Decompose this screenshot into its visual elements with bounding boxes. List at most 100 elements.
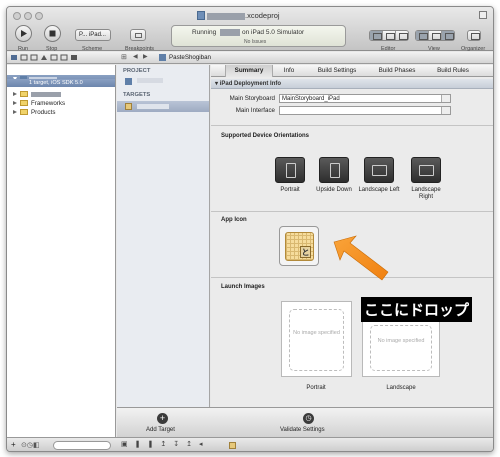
breakpoints-button[interactable]: [130, 29, 146, 41]
launch-image-placeholder: No image specified: [289, 309, 344, 371]
orientation-label: Landscape Right: [411, 187, 441, 200]
nav-item-folder[interactable]: [7, 90, 115, 99]
launch-image-portrait-label: Portrait: [306, 385, 326, 391]
folder-icon: [20, 91, 28, 98]
assistant-editor-icon[interactable]: [383, 31, 396, 40]
navigator-search-field[interactable]: [53, 441, 111, 450]
project-navigator: 1 target, iOS SDK 5.0 Frameworks Product…: [7, 65, 116, 437]
run-button[interactable]: [15, 25, 32, 42]
debug-area-toggle-icon[interactable]: [429, 31, 442, 40]
view-segmented-control[interactable]: [415, 30, 455, 41]
nav-item-products[interactable]: Products: [7, 108, 115, 117]
activity-viewer: Running on iPad 5.0 Simulator No Issues: [171, 25, 346, 47]
tab-build-settings[interactable]: Build Settings: [315, 65, 359, 77]
main-interface-combo[interactable]: [279, 106, 451, 115]
main-storyboard-value: MainStoryboard_iPad: [282, 96, 340, 102]
disclosure-triangle-icon[interactable]: [13, 92, 17, 97]
fullscreen-icon[interactable]: [479, 11, 487, 19]
orientation-upside-down-button[interactable]: [319, 157, 349, 183]
section-title: iPad Deployment Info: [219, 81, 282, 87]
close-window-button[interactable]: [13, 12, 21, 20]
folder-icon: [20, 100, 28, 107]
filter-options-icon[interactable]: ⊙◷◧: [21, 441, 40, 449]
debug-controls-icons[interactable]: ▣❚❚↥↧↥◂: [121, 440, 209, 448]
drop-here-callout: ここにドロップ: [361, 297, 473, 322]
orientation-label: Upside Down: [316, 187, 352, 193]
disclosure-triangle-icon[interactable]: [13, 110, 17, 115]
related-items-icon[interactable]: ⊞: [121, 53, 127, 61]
redacted-project: [137, 78, 163, 83]
orientation-landscape-left-button[interactable]: [364, 157, 394, 183]
window-title-suffix: .xcodeproj: [245, 11, 280, 20]
validate-clock-icon[interactable]: ◷: [303, 413, 314, 424]
folder-icon: [20, 109, 28, 116]
orientation-portrait-button[interactable]: [275, 157, 305, 183]
project-subtitle: 1 target, iOS SDK 5.0: [7, 79, 115, 87]
orientation-landscape-right-button[interactable]: [411, 157, 441, 183]
redacted-app-name: [220, 29, 240, 36]
xcodeproj-icon: [197, 11, 205, 20]
launch-image-landscape-well[interactable]: No image specified: [362, 317, 440, 377]
standard-editor-icon[interactable]: [370, 31, 383, 40]
add-target-label[interactable]: Add Target: [146, 427, 175, 433]
stop-button[interactable]: [44, 25, 61, 42]
orientation-label: Landscape Left: [358, 187, 400, 193]
navigator-tabs-icons[interactable]: [7, 52, 117, 63]
project-icon[interactable]: [125, 78, 132, 85]
ipad-upside-down-icon: [330, 163, 340, 178]
nav-item-frameworks[interactable]: Frameworks: [7, 99, 115, 108]
minimize-window-button[interactable]: [24, 12, 32, 20]
breakpoints-icon: [135, 33, 142, 38]
launch-image-portrait-well[interactable]: No image specified: [281, 301, 352, 377]
scheme-value: P... iPad...: [79, 32, 106, 38]
zoom-window-button[interactable]: [35, 12, 43, 20]
back-icon[interactable]: ◀: [133, 53, 138, 60]
utilities-toggle-icon[interactable]: [442, 31, 454, 40]
nav-item-label: Products: [31, 109, 56, 116]
status-issues: No Issues: [244, 39, 267, 45]
tab-info[interactable]: Info: [279, 65, 299, 77]
add-icon[interactable]: +: [11, 440, 16, 449]
stop-icon: [49, 30, 56, 37]
window-title: .xcodeproj: [207, 11, 280, 20]
target-row-selected[interactable]: [117, 101, 209, 112]
debug-bar: ▣❚❚↥↧↥◂: [117, 437, 493, 451]
navigator-selector-bar: [7, 52, 117, 64]
main-storyboard-combo[interactable]: MainStoryboard_iPad: [279, 94, 451, 103]
main-storyboard-label: Main Storyboard: [229, 95, 275, 102]
jump-bar-file[interactable]: PasteShogiban: [169, 54, 211, 61]
editor-bottom-bar: + Add Target ◷ Validate Settings: [117, 407, 493, 437]
tab-summary[interactable]: Summary: [225, 65, 273, 77]
navigator-toggle-icon[interactable]: [416, 31, 429, 40]
add-target-icon[interactable]: +: [157, 413, 168, 424]
version-editor-icon[interactable]: [396, 31, 408, 40]
main-interface-label: Main Interface: [235, 107, 275, 114]
editor-segmented-control[interactable]: [369, 30, 409, 41]
app-icon-well[interactable]: と: [279, 226, 319, 266]
targets-heading: TARGETS: [123, 92, 151, 98]
app-target-icon: [125, 103, 132, 110]
navigator-filter-bar: + ⊙◷◧: [7, 437, 117, 451]
shogi-piece-icon: と: [300, 246, 311, 258]
launch-image-landscape-label: Landscape: [386, 385, 416, 391]
orientation-label: Portrait: [280, 187, 300, 193]
toolbar: .xcodeproj Run Stop P... iPad... Scheme …: [7, 7, 493, 52]
tab-build-rules[interactable]: Build Rules: [435, 65, 471, 77]
status-running: Running: [192, 29, 217, 36]
validate-settings-label[interactable]: Validate Settings: [280, 427, 325, 433]
ipad-landscape-right-icon: [419, 165, 434, 176]
organizer-button[interactable]: [467, 30, 481, 41]
divider: [211, 125, 493, 126]
organizer-icon: [468, 31, 480, 40]
jump-bar: ⊞ ◀ ▶ PasteShogiban: [117, 52, 493, 64]
tab-build-phases[interactable]: Build Phases: [376, 65, 418, 77]
disclosure-triangle-icon[interactable]: [13, 101, 17, 106]
scheme-popup[interactable]: P... iPad...: [75, 29, 111, 41]
deployment-info-header[interactable]: ▾ iPad Deployment Info: [211, 79, 493, 89]
forward-icon[interactable]: ▶: [143, 53, 148, 60]
project-heading: PROJECT: [123, 68, 151, 74]
divider: [211, 211, 493, 212]
launch-image-placeholder: No image specified: [370, 325, 432, 371]
launch-images-title: Launch Images: [221, 284, 265, 290]
orange-arrow-annotation: [333, 235, 389, 281]
